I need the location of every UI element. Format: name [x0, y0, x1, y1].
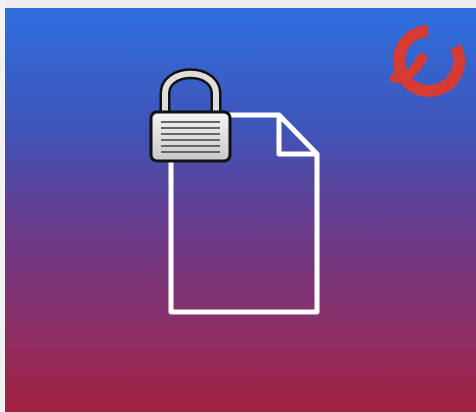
padlock-stripe [161, 133, 220, 135]
top-border [0, 0, 476, 8]
padlock-stripe [161, 151, 220, 153]
hero-banner [5, 8, 476, 412]
padlock-stripe [161, 139, 220, 141]
image-frame [0, 0, 476, 412]
padlock-stripe [161, 127, 220, 129]
banner-artwork [5, 8, 476, 412]
padlock-stripe [161, 145, 220, 147]
padlock-stripe [161, 121, 220, 123]
